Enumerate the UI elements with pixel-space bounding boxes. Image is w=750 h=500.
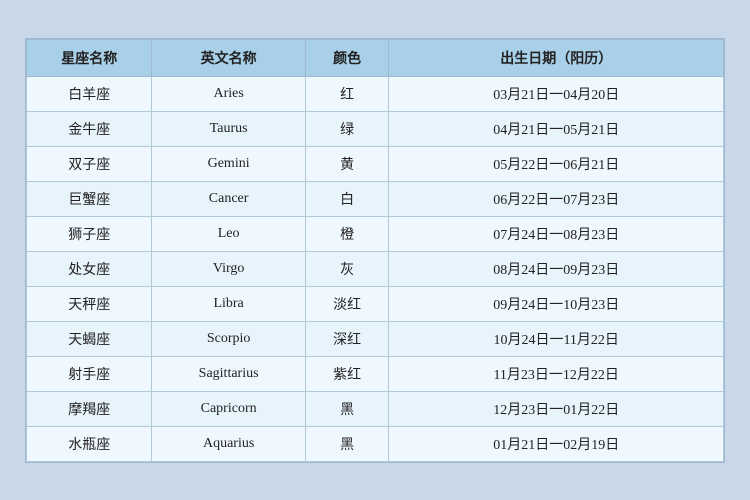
- zodiac-table-container: 星座名称 英文名称 颜色 出生日期（阳历） 白羊座Aries红03月21日一04…: [25, 38, 725, 463]
- cell-chinese: 天蝎座: [27, 321, 152, 356]
- table-row: 天秤座Libra淡红09月24日一10月23日: [27, 286, 724, 321]
- cell-date: 10月24日一11月22日: [389, 321, 724, 356]
- cell-chinese: 天秤座: [27, 286, 152, 321]
- cell-chinese: 狮子座: [27, 216, 152, 251]
- cell-english: Cancer: [152, 181, 305, 216]
- table-row: 射手座Sagittarius紫红11月23日一12月22日: [27, 356, 724, 391]
- cell-date: 04月21日一05月21日: [389, 111, 724, 146]
- cell-date: 06月22日一07月23日: [389, 181, 724, 216]
- cell-color: 绿: [305, 111, 389, 146]
- cell-color: 深红: [305, 321, 389, 356]
- cell-color: 淡红: [305, 286, 389, 321]
- cell-date: 11月23日一12月22日: [389, 356, 724, 391]
- cell-color: 红: [305, 76, 389, 111]
- cell-chinese: 巨蟹座: [27, 181, 152, 216]
- cell-chinese: 摩羯座: [27, 391, 152, 426]
- cell-date: 07月24日一08月23日: [389, 216, 724, 251]
- cell-english: Scorpio: [152, 321, 305, 356]
- cell-english: Virgo: [152, 251, 305, 286]
- cell-color: 黑: [305, 426, 389, 461]
- cell-color: 白: [305, 181, 389, 216]
- header-date: 出生日期（阳历）: [389, 39, 724, 76]
- cell-english: Aries: [152, 76, 305, 111]
- cell-english: Capricorn: [152, 391, 305, 426]
- cell-english: Gemini: [152, 146, 305, 181]
- table-row: 白羊座Aries红03月21日一04月20日: [27, 76, 724, 111]
- cell-chinese: 水瓶座: [27, 426, 152, 461]
- cell-chinese: 处女座: [27, 251, 152, 286]
- table-row: 水瓶座Aquarius黑01月21日一02月19日: [27, 426, 724, 461]
- header-chinese: 星座名称: [27, 39, 152, 76]
- table-header-row: 星座名称 英文名称 颜色 出生日期（阳历）: [27, 39, 724, 76]
- zodiac-table: 星座名称 英文名称 颜色 出生日期（阳历） 白羊座Aries红03月21日一04…: [26, 39, 724, 462]
- header-english: 英文名称: [152, 39, 305, 76]
- table-row: 金牛座Taurus绿04月21日一05月21日: [27, 111, 724, 146]
- cell-color: 紫红: [305, 356, 389, 391]
- cell-date: 08月24日一09月23日: [389, 251, 724, 286]
- header-color: 颜色: [305, 39, 389, 76]
- table-row: 巨蟹座Cancer白06月22日一07月23日: [27, 181, 724, 216]
- cell-chinese: 双子座: [27, 146, 152, 181]
- cell-english: Libra: [152, 286, 305, 321]
- cell-chinese: 白羊座: [27, 76, 152, 111]
- table-body: 白羊座Aries红03月21日一04月20日金牛座Taurus绿04月21日一0…: [27, 76, 724, 461]
- cell-english: Taurus: [152, 111, 305, 146]
- cell-date: 05月22日一06月21日: [389, 146, 724, 181]
- cell-date: 03月21日一04月20日: [389, 76, 724, 111]
- cell-color: 黑: [305, 391, 389, 426]
- table-row: 天蝎座Scorpio深红10月24日一11月22日: [27, 321, 724, 356]
- table-row: 狮子座Leo橙07月24日一08月23日: [27, 216, 724, 251]
- cell-english: Leo: [152, 216, 305, 251]
- table-row: 双子座Gemini黄05月22日一06月21日: [27, 146, 724, 181]
- cell-chinese: 金牛座: [27, 111, 152, 146]
- cell-color: 灰: [305, 251, 389, 286]
- cell-color: 橙: [305, 216, 389, 251]
- table-row: 处女座Virgo灰08月24日一09月23日: [27, 251, 724, 286]
- cell-english: Sagittarius: [152, 356, 305, 391]
- cell-chinese: 射手座: [27, 356, 152, 391]
- cell-color: 黄: [305, 146, 389, 181]
- cell-date: 12月23日一01月22日: [389, 391, 724, 426]
- cell-date: 09月24日一10月23日: [389, 286, 724, 321]
- cell-english: Aquarius: [152, 426, 305, 461]
- cell-date: 01月21日一02月19日: [389, 426, 724, 461]
- table-row: 摩羯座Capricorn黑12月23日一01月22日: [27, 391, 724, 426]
